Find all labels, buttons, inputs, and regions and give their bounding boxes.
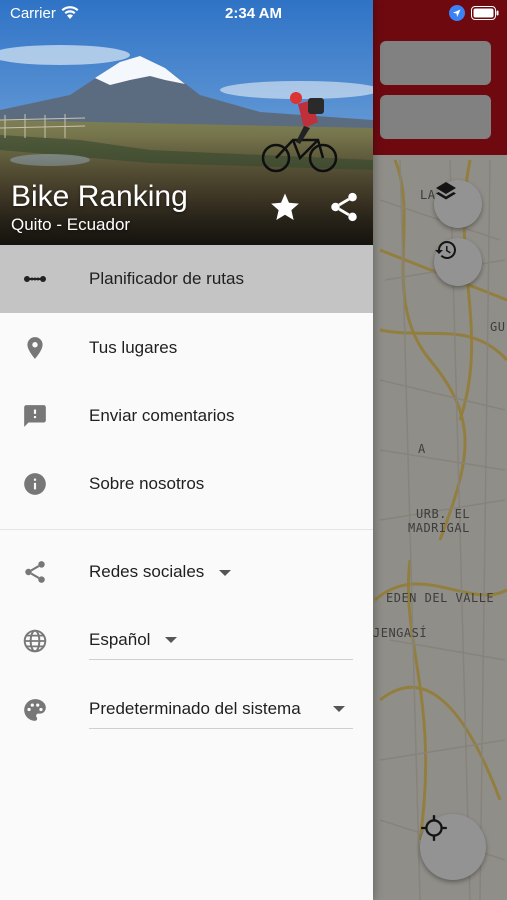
app-title: Bike Ranking (11, 180, 188, 213)
menu-divider (0, 529, 373, 530)
battery-icon (471, 6, 499, 20)
dropdown-underline (89, 659, 353, 660)
language-value: Español (89, 630, 151, 649)
favorite-button[interactable] (268, 190, 302, 224)
menu-item-label: Sobre nosotros (89, 474, 205, 493)
app-subtitle: Quito - Ecuador (11, 215, 131, 234)
menu-item-label: Tus lugares (89, 338, 178, 357)
theme-dropdown[interactable]: Predeterminado del sistema (89, 676, 353, 744)
menu-item-label: Planificador de rutas (89, 269, 244, 288)
location-services-icon (449, 5, 465, 21)
social-networks-item[interactable]: Redes sociales (0, 538, 373, 606)
globe-icon (22, 628, 48, 654)
menu-item-label: Enviar comentarios (89, 406, 235, 425)
social-networks-label: Redes sociales (89, 562, 205, 581)
info-icon (22, 471, 48, 497)
star-icon (271, 193, 299, 221)
clock: 2:34 AM (225, 5, 282, 22)
location-pin-icon (22, 335, 48, 361)
menu-item-send-feedback[interactable]: Enviar comentarios (0, 382, 373, 450)
feedback-icon (22, 403, 48, 429)
share-app-button[interactable] (327, 190, 361, 224)
theme-value: Predeterminado del sistema (89, 699, 301, 718)
language-dropdown[interactable]: Español (89, 607, 353, 675)
navigation-drawer: Bike Ranking Quito - Ecuador Planificado… (0, 0, 373, 900)
menu-item-your-places[interactable]: Tus lugares (0, 314, 373, 382)
share-icon (331, 192, 357, 222)
menu-item-route-planner[interactable]: Planificador de rutas (0, 245, 373, 313)
palette-icon (22, 697, 48, 723)
share-icon (22, 559, 48, 585)
status-bar: Carrier 2:34 AM (0, 0, 507, 28)
chevron-down-icon (333, 706, 345, 712)
chevron-down-icon (165, 637, 177, 643)
drawer-header: Bike Ranking Quito - Ecuador (0, 0, 373, 245)
dropdown-underline (89, 728, 353, 729)
route-dots-icon (22, 266, 48, 292)
chevron-down-icon (219, 570, 231, 576)
menu-item-about-us[interactable]: Sobre nosotros (0, 450, 373, 518)
